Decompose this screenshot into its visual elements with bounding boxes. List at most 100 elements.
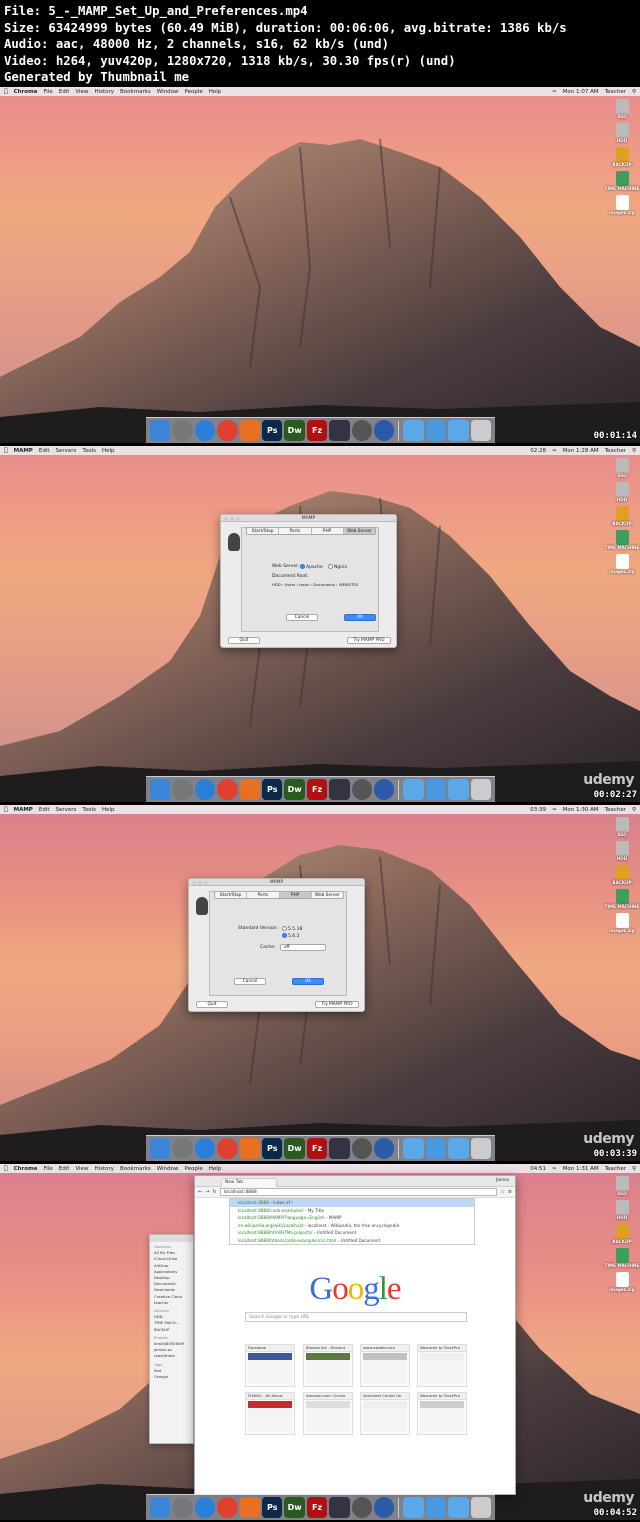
menu-icon[interactable]: ≡ <box>508 1189 512 1195</box>
desktop-icon[interactable]: HDD <box>615 482 629 502</box>
user-name[interactable]: Teacher <box>605 1166 626 1172</box>
menu-item[interactable]: Window <box>157 1166 179 1172</box>
most-visited-tile[interactable]: Volunteer Center for <box>360 1392 410 1435</box>
quicktime-icon[interactable] <box>374 1138 395 1159</box>
search-icon[interactable]: ⚲ <box>632 448 636 454</box>
menu-item[interactable]: Help <box>209 1166 222 1172</box>
app-menu[interactable]: Chrome <box>14 89 38 95</box>
tab-web-server[interactable]: Web Server <box>312 892 343 898</box>
menu-item[interactable]: View <box>75 1166 88 1172</box>
menu-item[interactable]: People <box>184 89 202 95</box>
minimize-icon[interactable] <box>198 880 202 885</box>
chrome-icon[interactable] <box>217 420 238 441</box>
finder-sidebar-item[interactable]: Orange <box>150 1374 193 1380</box>
google-search-input[interactable]: Search Google or type URL <box>245 1312 467 1322</box>
system-prefs-icon[interactable] <box>172 1138 193 1159</box>
desktop-icon[interactable]: HDD <box>615 1200 629 1220</box>
app-menu[interactable]: Chrome <box>14 1166 38 1172</box>
folder-icon[interactable] <box>448 420 469 441</box>
desktop-icon[interactable]: TIME MACHINE <box>605 171 639 191</box>
folder-icon[interactable] <box>448 1138 469 1159</box>
folder-icon[interactable] <box>448 779 469 800</box>
omnibox-suggestion[interactable]: localhost:8888/MAMP/?language=English - … <box>230 1214 474 1222</box>
system-prefs-icon[interactable] <box>172 420 193 441</box>
movie-icon[interactable] <box>329 779 350 800</box>
quicktime-icon[interactable] <box>374 779 395 800</box>
finder-sidebar-item[interactable]: BACKUP <box>150 1327 193 1333</box>
tab-php[interactable]: PHP <box>312 528 344 534</box>
apple-icon[interactable]:  <box>4 806 8 813</box>
safari-icon[interactable] <box>194 1138 216 1159</box>
reload-icon[interactable]: ↻ <box>212 1189 216 1195</box>
menu-item[interactable]: People <box>184 1166 202 1172</box>
ok-button[interactable]: OK <box>292 978 324 985</box>
mamp-icon[interactable] <box>351 1138 373 1159</box>
firefox-icon[interactable] <box>239 1497 261 1518</box>
chrome-icon[interactable] <box>217 1497 238 1518</box>
quicktime-icon[interactable] <box>374 1497 395 1518</box>
mamp-icon[interactable] <box>351 420 373 441</box>
dreamweaver-icon[interactable]: Dw <box>284 1138 305 1159</box>
omnibox-suggestion[interactable]: localhost:8888/html/HTML-projects/ - Unt… <box>230 1229 474 1237</box>
wifi-icon[interactable]: ≈ <box>552 1166 557 1172</box>
most-visited-tile[interactable]: Welcome to ClockPro <box>417 1344 467 1387</box>
firefox-icon[interactable] <box>239 779 261 800</box>
desktop-icon[interactable]: HDD <box>615 841 629 861</box>
desktop-icon[interactable]: SSD <box>615 1176 629 1196</box>
try-mamp-pro-button[interactable]: Try MAMP PRO <box>347 637 391 644</box>
close-icon[interactable] <box>224 516 228 521</box>
most-visited-tile[interactable]: FIXKKU - All About <box>245 1392 295 1435</box>
apple-icon[interactable]:  <box>4 447 8 454</box>
wifi-icon[interactable]: ≈ <box>552 89 557 95</box>
menu-item[interactable]: Bookmarks <box>120 89 151 95</box>
cancel-button[interactable]: Cancel <box>234 978 266 985</box>
quit-button[interactable]: Quit <box>228 637 260 644</box>
downloads-icon[interactable] <box>425 420 447 441</box>
movie-icon[interactable] <box>329 1497 350 1518</box>
photoshop-icon[interactable]: Ps <box>262 420 283 441</box>
cache-select[interactable]: off <box>280 944 326 951</box>
photoshop-icon[interactable]: Ps <box>262 1138 283 1159</box>
ok-button[interactable]: OK <box>344 614 376 621</box>
system-prefs-icon[interactable] <box>172 1497 193 1518</box>
apache-radio[interactable]: Apache <box>300 564 323 570</box>
trash-icon[interactable] <box>470 1497 492 1518</box>
menu-item[interactable]: Window <box>157 89 179 95</box>
desktop-icon[interactable]: SSD <box>615 99 629 119</box>
finder-icon[interactable] <box>150 1497 171 1518</box>
menu-item[interactable]: Servers <box>56 448 77 454</box>
desktop-icon[interactable]: TIME MACHINE <box>605 530 639 550</box>
forward-icon[interactable]: → <box>205 1189 209 1195</box>
menu-item[interactable]: View <box>75 89 88 95</box>
finder-icon[interactable] <box>150 1138 171 1159</box>
nginx-radio[interactable]: Nginx <box>328 564 347 570</box>
filezilla-icon[interactable]: Fz <box>306 779 328 800</box>
dreamweaver-icon[interactable]: Dw <box>284 1497 305 1518</box>
php-version-1-radio[interactable]: 5.5.18 <box>282 926 302 932</box>
minimize-icon[interactable] <box>230 516 234 521</box>
folder-icon[interactable] <box>403 1138 424 1159</box>
safari-icon[interactable] <box>194 420 216 441</box>
app-menu[interactable]: MAMP <box>14 807 33 813</box>
menu-item[interactable]: History <box>94 89 114 95</box>
try-mamp-pro-button[interactable]: Try MAMP PRO <box>315 1001 359 1008</box>
most-visited-tile[interactable]: www.ewebb.com <box>360 1344 410 1387</box>
app-menu[interactable]: MAMP <box>14 448 33 454</box>
desktop-icon[interactable]: images.zip <box>609 554 635 574</box>
chrome-icon[interactable] <box>217 779 238 800</box>
doc-root-path[interactable]: HDD › Users › Jason › Documents › WEBSIT… <box>272 582 358 587</box>
tab-web-server[interactable]: Web Server <box>343 528 375 534</box>
trash-icon[interactable] <box>470 779 492 800</box>
search-icon[interactable]: ⚲ <box>632 89 636 95</box>
trash-icon[interactable] <box>470 1138 492 1159</box>
filezilla-icon[interactable]: Fz <box>306 420 328 441</box>
tab-start-stop[interactable]: Start/Stop <box>247 528 280 534</box>
menu-item[interactable]: Tools <box>82 448 96 454</box>
zoom-icon[interactable] <box>236 516 240 521</box>
downloads-icon[interactable] <box>425 1497 447 1518</box>
firefox-icon[interactable] <box>239 1138 261 1159</box>
finder-icon[interactable] <box>150 779 171 800</box>
clock[interactable]: Mon 1:30 AM <box>563 807 599 813</box>
php-version-2-radio[interactable]: 5.6.2 <box>282 933 299 939</box>
close-icon[interactable] <box>192 880 196 885</box>
